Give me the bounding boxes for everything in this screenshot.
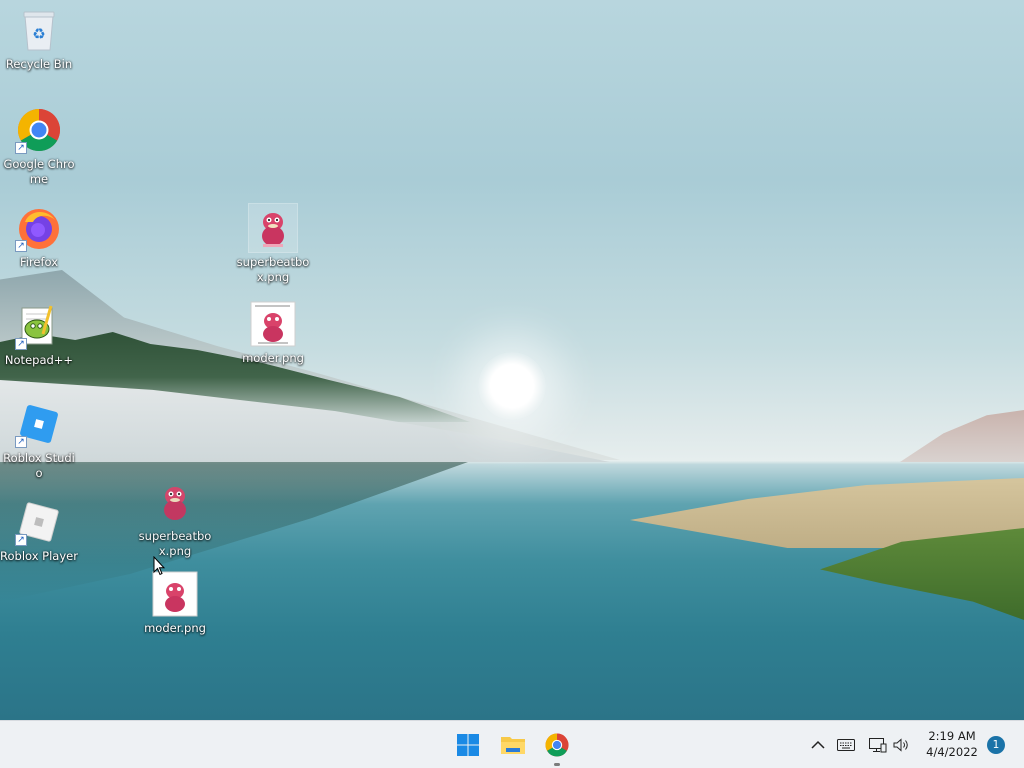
icon-label: Firefox bbox=[19, 255, 59, 269]
chevron-up-icon[interactable] bbox=[808, 735, 828, 755]
network-icon[interactable] bbox=[868, 735, 888, 755]
desktop[interactable]: ♻ Recycle Bin ↗ Google Chrome ↗ Firefox … bbox=[0, 0, 1024, 720]
running-indicator bbox=[554, 763, 560, 766]
folder-icon bbox=[501, 737, 525, 754]
shortcut-arrow-icon: ↗ bbox=[15, 338, 27, 350]
image-file-icon bbox=[249, 300, 297, 348]
clock-date: 4/4/2022 bbox=[926, 745, 978, 759]
icon-label: superbeatbox.png bbox=[138, 529, 212, 558]
shortcut-arrow-icon: ↗ bbox=[15, 142, 27, 154]
wallpaper-reflection bbox=[0, 462, 468, 602]
windows-start-icon bbox=[457, 734, 479, 756]
wallpaper-sun bbox=[478, 352, 546, 420]
icon-label: moder.png bbox=[144, 621, 206, 635]
shortcut-arrow-icon: ↗ bbox=[15, 436, 27, 448]
taskbar-clock[interactable]: 2:19 AM 4/4/2022 bbox=[920, 728, 984, 760]
desktop-icon-roblox-player[interactable]: ↗ Roblox Player bbox=[0, 498, 78, 564]
image-file-icon bbox=[248, 203, 298, 253]
notepad-plus-plus-icon: ↗ bbox=[15, 302, 63, 350]
wallpaper-mountain-right bbox=[900, 410, 1024, 462]
keyboard-icon[interactable] bbox=[836, 735, 856, 755]
desktop-icon-superbeatbox-png[interactable]: superbeatbox.png bbox=[234, 203, 312, 285]
notification-badge[interactable]: 1 bbox=[987, 736, 1005, 754]
taskbar: 2:19 AM 4/4/2022 1 bbox=[0, 720, 1024, 768]
icon-label: Roblox Player bbox=[0, 549, 78, 563]
firefox-icon: ↗ bbox=[15, 204, 63, 252]
svg-text:♻: ♻ bbox=[32, 25, 45, 43]
roblox-studio-icon: ↗ bbox=[15, 400, 63, 448]
icon-label: Recycle Bin bbox=[5, 57, 73, 71]
image-file-icon bbox=[151, 570, 199, 618]
desktop-icon-moder-png[interactable]: moder.png bbox=[234, 300, 312, 366]
mouse-cursor-icon bbox=[153, 556, 165, 576]
recycle-bin-icon: ♻ bbox=[15, 6, 63, 54]
desktop-icon-superbeatbox-png-drag[interactable]: superbeatbox.png bbox=[136, 478, 214, 559]
icon-label: superbeatbox.png bbox=[236, 255, 310, 284]
desktop-icon-moder-png-drag[interactable]: moder.png bbox=[136, 570, 214, 636]
image-file-icon bbox=[151, 478, 199, 526]
icon-label: moder.png bbox=[242, 351, 304, 365]
desktop-icon-firefox[interactable]: ↗ Firefox bbox=[0, 204, 78, 270]
chrome-icon: ↗ bbox=[15, 106, 63, 154]
icon-label: Google Chrome bbox=[3, 157, 75, 186]
desktop-icon-roblox-studio[interactable]: ↗ Roblox Studio bbox=[0, 400, 78, 481]
desktop-icon-google-chrome[interactable]: ↗ Google Chrome bbox=[0, 106, 78, 187]
file-explorer-button[interactable] bbox=[495, 727, 531, 763]
icon-label: Notepad++ bbox=[4, 353, 74, 367]
chrome-icon bbox=[545, 733, 569, 757]
start-button[interactable] bbox=[450, 727, 486, 763]
icon-label: Roblox Studio bbox=[3, 451, 75, 480]
desktop-icon-notepad-plus-plus[interactable]: ↗ Notepad++ bbox=[0, 302, 78, 368]
volume-icon[interactable] bbox=[892, 735, 912, 755]
desktop-icon-recycle-bin[interactable]: ♻ Recycle Bin bbox=[0, 6, 78, 72]
shortcut-arrow-icon: ↗ bbox=[15, 534, 27, 546]
shortcut-arrow-icon: ↗ bbox=[15, 240, 27, 252]
clock-time: 2:19 AM bbox=[928, 729, 976, 743]
chrome-taskbar-button[interactable] bbox=[539, 727, 575, 766]
roblox-player-icon: ↗ bbox=[15, 498, 63, 546]
